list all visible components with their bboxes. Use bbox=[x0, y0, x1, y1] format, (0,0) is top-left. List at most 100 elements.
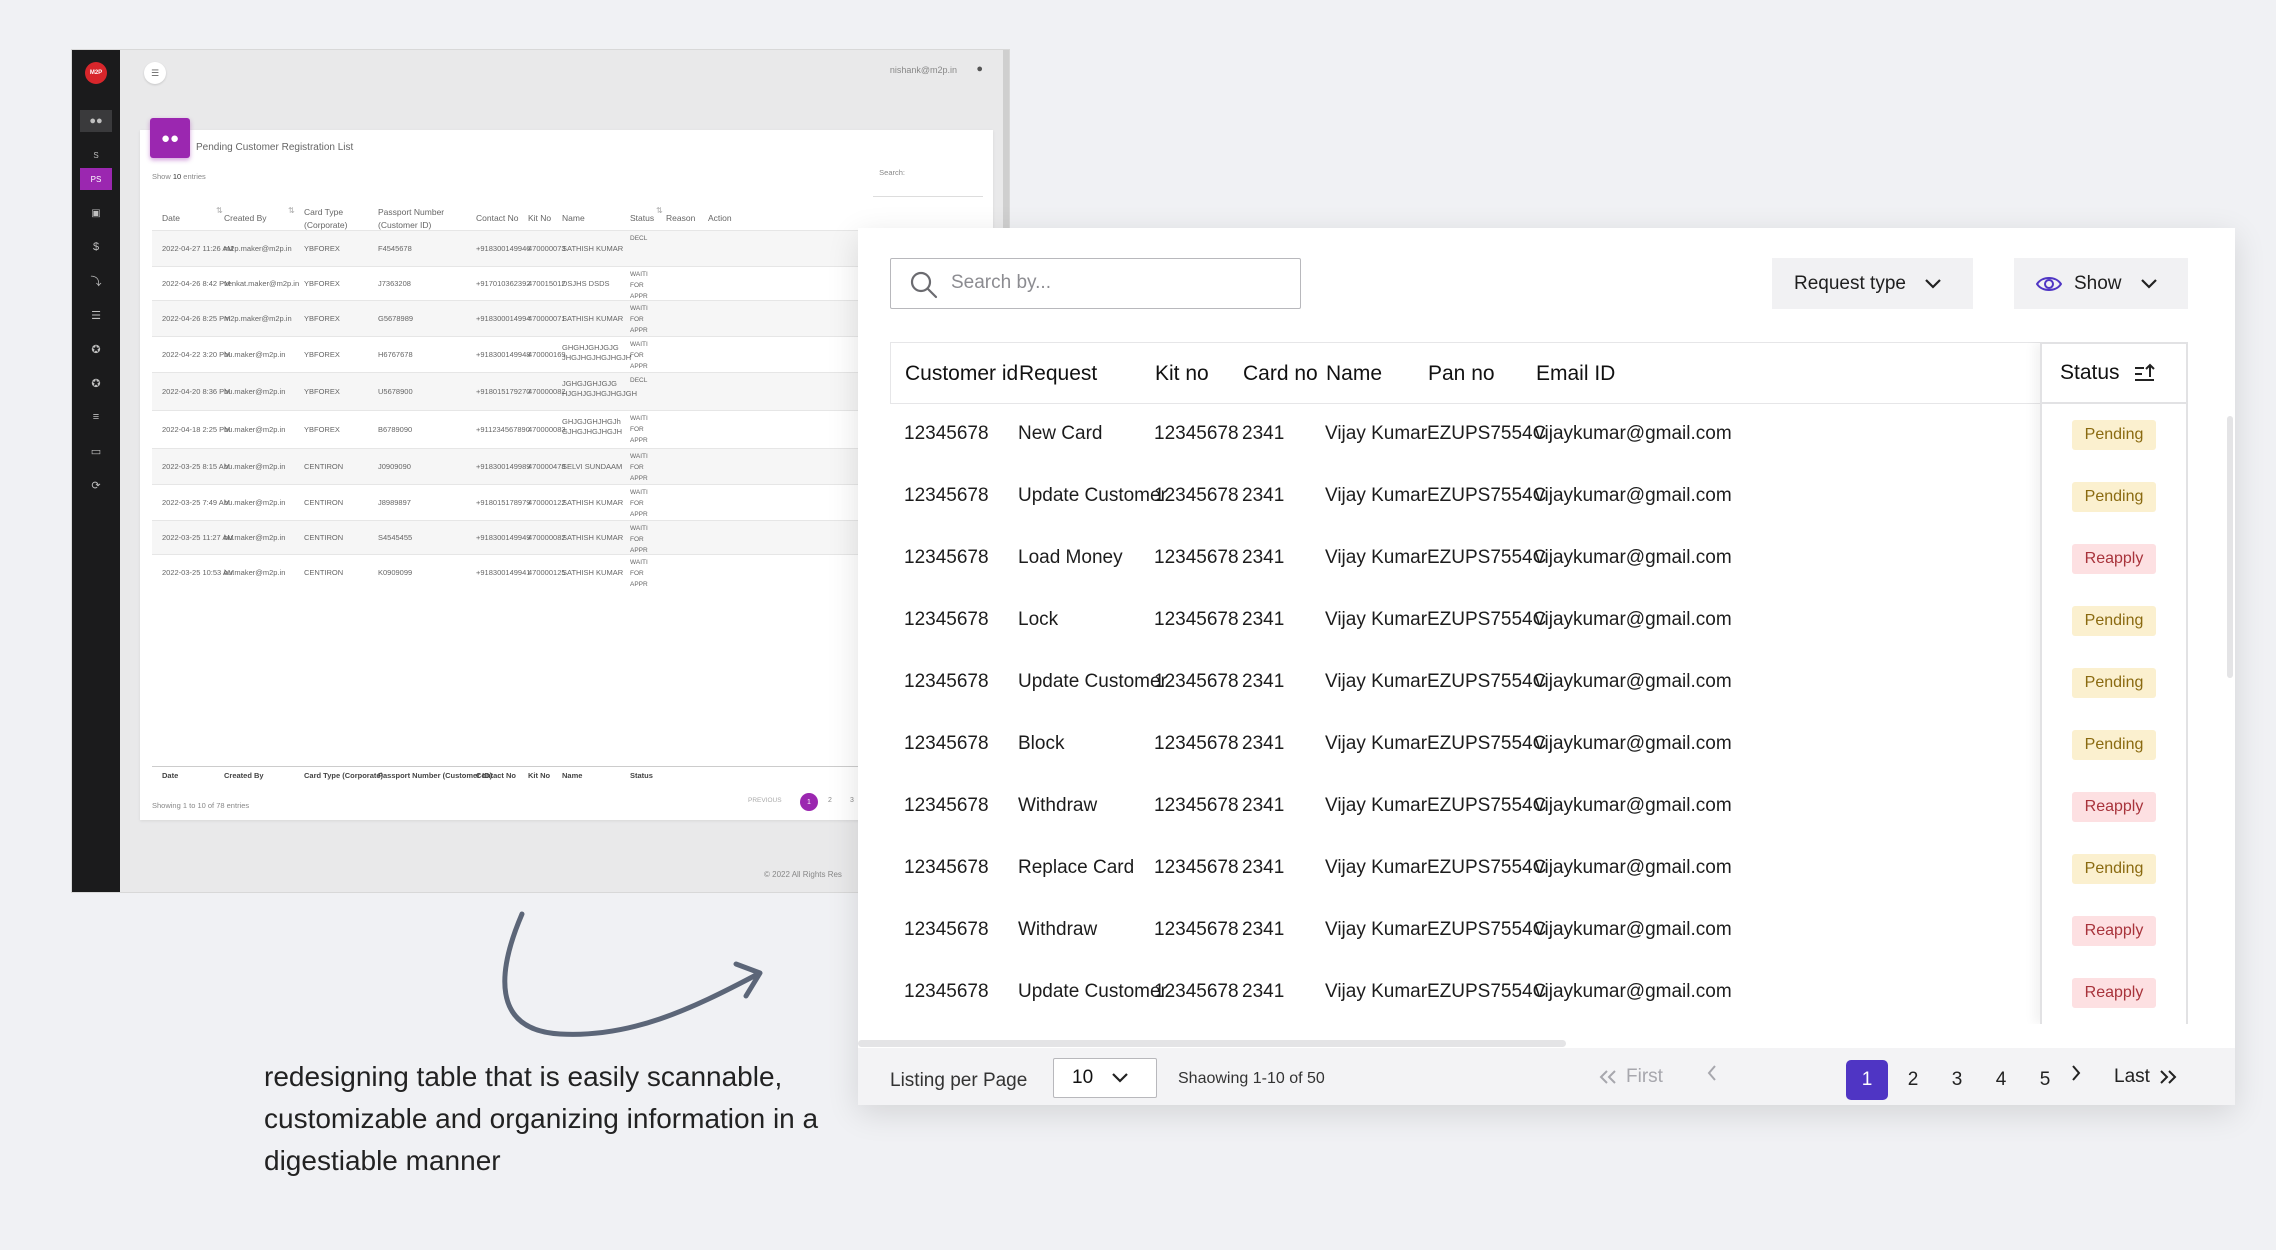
old-page-2[interactable]: 2 bbox=[828, 797, 832, 804]
table-row[interactable]: 12345678 Lock 12345678 2341 Vijay Kumar EZUPS… bbox=[890, 590, 2188, 652]
per-page-select[interactable]: 10 bbox=[1053, 1058, 1157, 1098]
table-row[interactable]: 12345678 Withdraw 12345678 2341 Vijay Kumar E… bbox=[890, 776, 2188, 838]
old-header-cell[interactable]: Date bbox=[162, 212, 212, 225]
old-prev-button[interactable]: PREVIOUS bbox=[748, 797, 782, 804]
column-header-name[interactable]: Name bbox=[1326, 343, 1382, 405]
search-box[interactable] bbox=[890, 258, 1301, 309]
old-header-cell[interactable]: Reason bbox=[666, 212, 702, 225]
person-icon[interactable]: ✪ bbox=[80, 372, 112, 394]
request-type-dropdown[interactable]: Request type bbox=[1772, 258, 1973, 309]
users-icon[interactable]: ●● bbox=[80, 110, 112, 132]
sort-icon[interactable]: ⇅ bbox=[216, 206, 223, 215]
table-row[interactable]: 12345678 Replace Card 12345678 2341 Vijay Ku… bbox=[890, 838, 2188, 900]
page-2-button[interactable]: 2 bbox=[1892, 1060, 1934, 1100]
page-3-button[interactable]: 3 bbox=[1936, 1060, 1978, 1100]
column-header-kit-no[interactable]: Kit no bbox=[1155, 343, 1209, 405]
table-row[interactable]: 2022-03-25 11:27 AM bu.maker@m2p.in CENTIR… bbox=[152, 520, 981, 554]
old-cell-date: 2022-03-25 8:15 AM bbox=[162, 462, 230, 471]
old-cell-name: DSJHS DSDS bbox=[562, 279, 610, 288]
old-page-3[interactable]: 3 bbox=[850, 797, 854, 804]
old-cell-contact: +918015179270 bbox=[476, 387, 531, 396]
image-icon[interactable]: ▣ bbox=[80, 202, 112, 224]
table-row[interactable]: 2022-04-20 8:36 PM bu.maker@m2p.in YBFOREX… bbox=[152, 372, 981, 410]
old-header-cell[interactable]: Created By bbox=[224, 212, 294, 225]
vertical-scrollbar[interactable] bbox=[2227, 416, 2233, 678]
show-label: Show bbox=[2074, 272, 2122, 294]
table-row[interactable]: 12345678 Update Customer 12345678 2341 Vijay… bbox=[890, 652, 2188, 714]
chevron-down-icon bbox=[2140, 278, 2157, 289]
old-search-input[interactable] bbox=[873, 196, 983, 197]
cell-kit-no: 12345678 bbox=[1154, 857, 1239, 878]
table-row[interactable]: 2022-03-25 10:53 AM bu.maker@m2p.in CENTIR… bbox=[152, 554, 981, 590]
list-icon[interactable]: ☰ bbox=[80, 304, 112, 326]
old-cell-passport: G5678989 bbox=[378, 314, 414, 323]
page-1-button[interactable]: 1 bbox=[1846, 1060, 1888, 1100]
dollar-icon[interactable]: $ bbox=[80, 236, 112, 258]
cell-email: vijaykumar@gmail.com bbox=[1535, 609, 1732, 630]
table-row[interactable]: 12345678 Block 12345678 2341 Vijay Kumar EZUP… bbox=[890, 714, 2188, 776]
menu-icon[interactable]: ☰ bbox=[144, 62, 166, 84]
sort-icon[interactable] bbox=[2134, 363, 2156, 383]
old-header-cell[interactable]: Passport Number (Customer ID) bbox=[378, 206, 474, 232]
old-show-value[interactable]: 10 bbox=[173, 172, 181, 181]
person-down-icon[interactable]: ⤵ bbox=[80, 270, 112, 292]
cell-pan-no: EZUPS7554C bbox=[1427, 919, 1547, 940]
table-row[interactable]: 12345678 Withdraw 12345678 2341 Vijay Kumar E… bbox=[890, 900, 2188, 962]
person-icon[interactable]: ✪ bbox=[80, 338, 112, 360]
table-row[interactable]: 2022-03-25 8:15 AM bu.maker@m2p.in CENTIRO… bbox=[152, 448, 981, 484]
cell-name: Vijay Kumar bbox=[1325, 857, 1428, 878]
status-badge: Reapply bbox=[2072, 792, 2156, 822]
horizontal-scrollbar[interactable] bbox=[858, 1040, 1566, 1047]
old-header-cell[interactable]: Name bbox=[562, 212, 622, 225]
s-icon[interactable]: S bbox=[80, 144, 112, 166]
status-header[interactable]: Status bbox=[2042, 342, 2186, 404]
old-header-cell[interactable]: Kit No bbox=[528, 212, 558, 225]
cell-card-no: 2341 bbox=[1242, 981, 1285, 1002]
last-page-button[interactable]: Last bbox=[2114, 1066, 2178, 1088]
column-header-card-no[interactable]: Card no bbox=[1243, 343, 1318, 405]
table-row[interactable]: 12345678 Update Customer 12345678 2341 Vijay… bbox=[890, 962, 2188, 1024]
sort-icon[interactable]: ⇅ bbox=[656, 206, 663, 215]
next-page-button[interactable] bbox=[2070, 1064, 2082, 1088]
old-page-1[interactable]: 1 bbox=[800, 793, 818, 811]
table-row[interactable]: 12345678 New Card 12345678 2341 Vijay Kumar E… bbox=[890, 404, 2188, 466]
prev-page-button[interactable] bbox=[1706, 1064, 1718, 1088]
table-row[interactable]: 2022-03-25 7:49 AM bu.maker@m2p.in CENTIRO… bbox=[152, 484, 981, 520]
table-row[interactable]: 2022-04-26 8:42 PM venkat.maker@m2p.in YBF… bbox=[152, 266, 981, 300]
old-header-cell[interactable]: Card Type (Corporate) bbox=[304, 206, 374, 232]
file-icon[interactable]: ▭ bbox=[80, 440, 112, 462]
search-input[interactable] bbox=[951, 259, 1291, 307]
cell-name: Vijay Kumar bbox=[1325, 547, 1428, 568]
column-header-request[interactable]: Request bbox=[1019, 343, 1097, 405]
table-row[interactable]: 12345678 Update Customer 12345678 2341 Vijay… bbox=[890, 466, 2188, 528]
show-columns-dropdown[interactable]: Show bbox=[2014, 258, 2188, 309]
table-row[interactable]: 2022-04-18 2:25 PM bu.maker@m2p.in YBFOREX… bbox=[152, 410, 981, 448]
page-4-button[interactable]: 4 bbox=[1980, 1060, 2022, 1100]
old-entries-selector[interactable]: Show 10 entries bbox=[152, 172, 206, 181]
table-row[interactable]: 2022-04-22 3:20 PM bu.maker@m2p.in YBFOREX… bbox=[152, 336, 981, 372]
old-cell-by: bu.maker@m2p.in bbox=[224, 425, 286, 434]
old-header-cell[interactable]: Action bbox=[708, 212, 738, 225]
ps-icon[interactable]: PS bbox=[80, 168, 112, 190]
cell-pan-no: EZUPS7554C bbox=[1427, 547, 1547, 568]
refresh-icon[interactable]: ⟳ bbox=[80, 474, 112, 496]
old-header-cell[interactable]: Contact No bbox=[476, 212, 526, 225]
column-header-pan-no[interactable]: Pan no bbox=[1428, 343, 1495, 405]
column-header-email[interactable]: Email ID bbox=[1536, 343, 1615, 405]
status-badge: Pending bbox=[2072, 854, 2156, 884]
user-icon[interactable]: ● bbox=[976, 63, 983, 75]
table-row[interactable]: 12345678 Load Money 12345678 2341 Vijay Kuma… bbox=[890, 528, 2188, 590]
table-row[interactable]: 2022-04-26 8:25 PM m2p.maker@m2p.in YBFORE… bbox=[152, 300, 981, 336]
page-5-button[interactable]: 5 bbox=[2024, 1060, 2066, 1100]
column-header-customer-id[interactable]: Customer id bbox=[905, 343, 1018, 405]
old-cell-by: m2p.maker@m2p.in bbox=[224, 314, 292, 323]
old-cell-passport: J0909090 bbox=[378, 462, 411, 471]
sort-icon[interactable]: ⇅ bbox=[288, 206, 295, 215]
cell-name: Vijay Kumar bbox=[1325, 671, 1428, 692]
first-page-button[interactable]: First bbox=[1598, 1066, 1663, 1088]
old-cell-by: bu.maker@m2p.in bbox=[224, 533, 286, 542]
table-row[interactable]: 2022-04-27 11:26 AM m2p.maker@m2p.in YBFOR… bbox=[152, 230, 981, 266]
list-check-icon[interactable]: ≡ bbox=[80, 406, 112, 428]
cell-card-no: 2341 bbox=[1242, 485, 1285, 506]
old-cell-name: SATHISH KUMAR bbox=[562, 533, 624, 542]
